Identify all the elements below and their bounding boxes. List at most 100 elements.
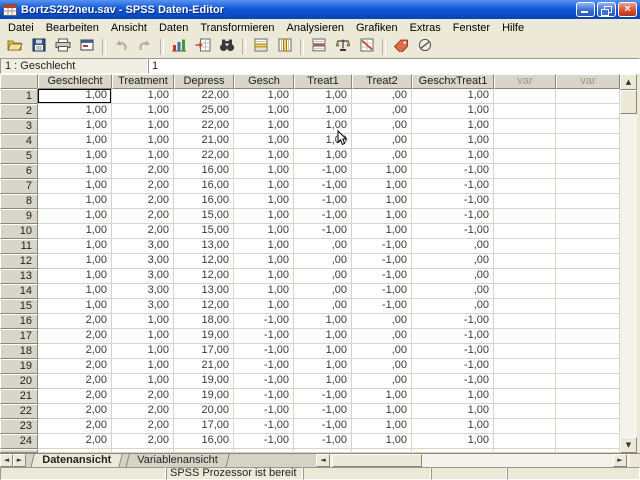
data-cell[interactable]: 1,00 <box>294 89 352 104</box>
row-header-24[interactable]: 24 <box>0 434 38 449</box>
data-cell[interactable]: ,00 <box>412 254 494 269</box>
data-cell[interactable] <box>556 299 620 314</box>
data-cell[interactable]: 1,00 <box>38 164 112 179</box>
row-header-23[interactable]: 23 <box>0 419 38 434</box>
data-cell[interactable] <box>494 89 556 104</box>
data-cell[interactable]: 12,00 <box>174 254 234 269</box>
menu-item-hilfe[interactable]: Hilfe <box>496 20 530 36</box>
data-cell[interactable]: 1,00 <box>352 179 412 194</box>
data-cell[interactable]: -1,00 <box>234 419 294 434</box>
data-cell[interactable]: 1,00 <box>412 104 494 119</box>
data-cell[interactable] <box>494 134 556 149</box>
data-cell[interactable] <box>556 284 620 299</box>
data-cell[interactable]: 1,00 <box>352 404 412 419</box>
data-cell[interactable] <box>556 104 620 119</box>
data-cell[interactable]: -1,00 <box>412 359 494 374</box>
weight-cases-button[interactable] <box>331 36 355 58</box>
data-cell[interactable]: 1,00 <box>234 179 294 194</box>
data-cell[interactable]: 18,00 <box>174 314 234 329</box>
data-cell[interactable]: 12,00 <box>174 299 234 314</box>
data-cell[interactable] <box>556 404 620 419</box>
find-button[interactable] <box>215 36 239 58</box>
print-button[interactable] <box>51 36 75 58</box>
data-cell[interactable]: 15,00 <box>174 224 234 239</box>
menu-item-daten[interactable]: Daten <box>153 20 194 36</box>
data-cell[interactable]: ,00 <box>352 104 412 119</box>
data-cell[interactable]: 1,00 <box>294 359 352 374</box>
value-labels-button[interactable] <box>389 36 413 58</box>
data-cell[interactable]: 1,00 <box>234 149 294 164</box>
row-header-5[interactable]: 5 <box>0 149 38 164</box>
data-cell[interactable]: -1,00 <box>294 209 352 224</box>
data-cell[interactable]: ,00 <box>294 269 352 284</box>
data-cell[interactable]: 1,00 <box>112 374 174 389</box>
data-cell[interactable] <box>494 314 556 329</box>
data-cell[interactable]: 1,00 <box>38 284 112 299</box>
row-header-1[interactable]: 1 <box>0 89 38 104</box>
data-cell[interactable]: 1,00 <box>352 419 412 434</box>
data-cell[interactable]: 15,00 <box>174 209 234 224</box>
data-cell[interactable]: 1,00 <box>352 224 412 239</box>
data-cell[interactable]: 1,00 <box>412 389 494 404</box>
data-cell[interactable]: 2,00 <box>38 389 112 404</box>
data-cell[interactable] <box>556 164 620 179</box>
data-cell[interactable] <box>494 434 556 449</box>
data-cell[interactable]: ,00 <box>352 134 412 149</box>
data-cell[interactable] <box>556 374 620 389</box>
data-cell[interactable] <box>494 224 556 239</box>
cell-editor[interactable]: 1 <box>148 58 640 74</box>
data-cell[interactable]: 1,00 <box>412 434 494 449</box>
data-cell[interactable]: 1,00 <box>112 359 174 374</box>
data-cell[interactable] <box>494 284 556 299</box>
data-cell[interactable]: -1,00 <box>352 239 412 254</box>
data-cell[interactable] <box>556 134 620 149</box>
minimize-button[interactable] <box>576 2 595 17</box>
data-cell[interactable]: 1,00 <box>234 134 294 149</box>
column-header-depress[interactable]: Depress <box>174 74 234 89</box>
data-cell[interactable]: -1,00 <box>412 224 494 239</box>
data-cell[interactable]: 12,00 <box>174 269 234 284</box>
data-cell[interactable]: 1,00 <box>412 149 494 164</box>
data-cell[interactable]: 1,00 <box>38 224 112 239</box>
data-cell[interactable]: 1,00 <box>112 134 174 149</box>
data-cell[interactable]: 19,00 <box>174 389 234 404</box>
data-cell[interactable]: 2,00 <box>112 194 174 209</box>
data-cell[interactable] <box>494 404 556 419</box>
row-header-14[interactable]: 14 <box>0 284 38 299</box>
data-cell[interactable] <box>556 119 620 134</box>
data-cell[interactable]: 2,00 <box>112 164 174 179</box>
save-file-button[interactable] <box>27 36 51 58</box>
data-cell[interactable]: -1,00 <box>412 194 494 209</box>
menu-item-grafiken[interactable]: Grafiken <box>350 20 404 36</box>
horizontal-scroll-thumb[interactable] <box>332 454 422 467</box>
data-cell[interactable]: 1,00 <box>38 89 112 104</box>
data-cell[interactable]: -1,00 <box>412 179 494 194</box>
data-cell[interactable] <box>556 314 620 329</box>
data-cell[interactable]: 2,00 <box>38 434 112 449</box>
data-cell[interactable]: 16,00 <box>174 434 234 449</box>
data-cell[interactable]: 1,00 <box>352 434 412 449</box>
data-cell[interactable] <box>494 119 556 134</box>
insert-variable-button[interactable] <box>273 36 297 58</box>
data-cell[interactable]: 1,00 <box>234 119 294 134</box>
data-cell[interactable]: ,00 <box>294 254 352 269</box>
data-cell[interactable]: 16,00 <box>174 194 234 209</box>
restore-button[interactable] <box>597 2 616 17</box>
data-cell[interactable]: -1,00 <box>352 284 412 299</box>
data-cell[interactable]: 1,00 <box>294 344 352 359</box>
data-cell[interactable]: 1,00 <box>38 194 112 209</box>
tab-datenansicht[interactable]: Datenansicht <box>30 454 123 468</box>
scroll-right-icon[interactable]: ► <box>613 454 627 467</box>
data-cell[interactable]: 1,00 <box>234 194 294 209</box>
row-header-4[interactable]: 4 <box>0 134 38 149</box>
row-header-19[interactable]: 19 <box>0 359 38 374</box>
scroll-up-icon[interactable]: ▲ <box>620 74 637 90</box>
data-cell[interactable] <box>494 359 556 374</box>
data-cell[interactable]: 16,00 <box>174 164 234 179</box>
data-cell[interactable]: 2,00 <box>38 359 112 374</box>
data-cell[interactable]: 20,00 <box>174 404 234 419</box>
row-header-6[interactable]: 6 <box>0 164 38 179</box>
data-cell[interactable]: 22,00 <box>174 149 234 164</box>
data-cell[interactable] <box>556 239 620 254</box>
data-cell[interactable]: 2,00 <box>112 209 174 224</box>
